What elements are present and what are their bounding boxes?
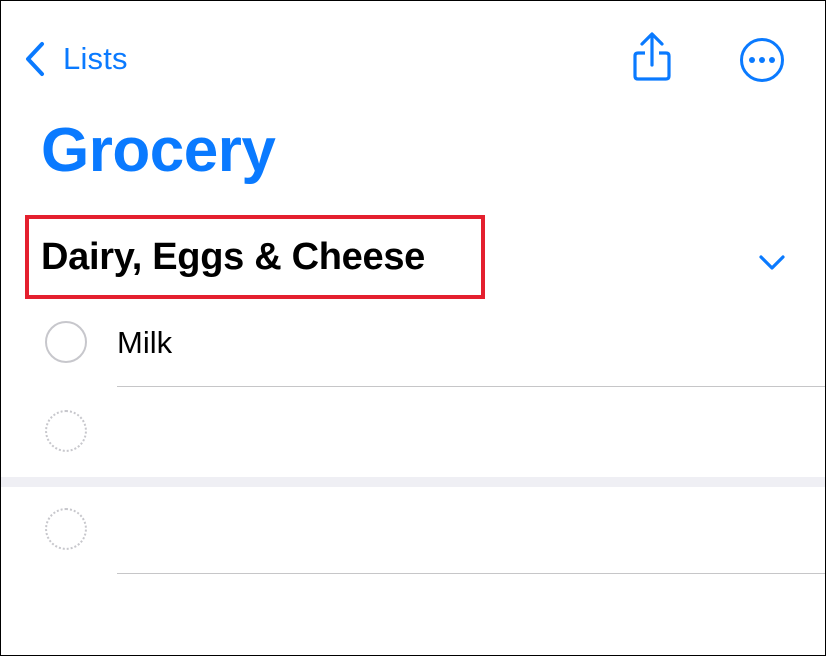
row-separator <box>117 386 825 387</box>
section-divider <box>1 477 825 487</box>
back-label: Lists <box>63 41 128 76</box>
chevron-left-icon <box>25 41 45 77</box>
back-button[interactable]: Lists <box>25 37 128 81</box>
new-item-input[interactable] <box>117 507 797 551</box>
share-button[interactable] <box>629 31 675 85</box>
section-collapse-button[interactable] <box>757 249 787 275</box>
row-separator <box>117 573 825 574</box>
reminders-screen: Lists Grocery Dairy, Eggs & Cheese Milk <box>0 0 826 656</box>
section-header[interactable]: Dairy, Eggs & Cheese <box>25 215 485 299</box>
completion-circle[interactable] <box>45 321 87 363</box>
share-icon <box>629 32 675 89</box>
new-item-circle <box>45 508 87 550</box>
new-item-circle <box>45 410 87 452</box>
list-title: Grocery <box>41 116 276 185</box>
new-item-input[interactable] <box>117 409 797 453</box>
section-title: Dairy, Eggs & Cheese <box>41 235 426 278</box>
ellipsis-circle-icon <box>739 38 785 87</box>
more-options-button[interactable] <box>739 37 785 83</box>
chevron-down-icon <box>757 255 787 279</box>
reminder-item-text[interactable]: Milk <box>117 323 172 363</box>
